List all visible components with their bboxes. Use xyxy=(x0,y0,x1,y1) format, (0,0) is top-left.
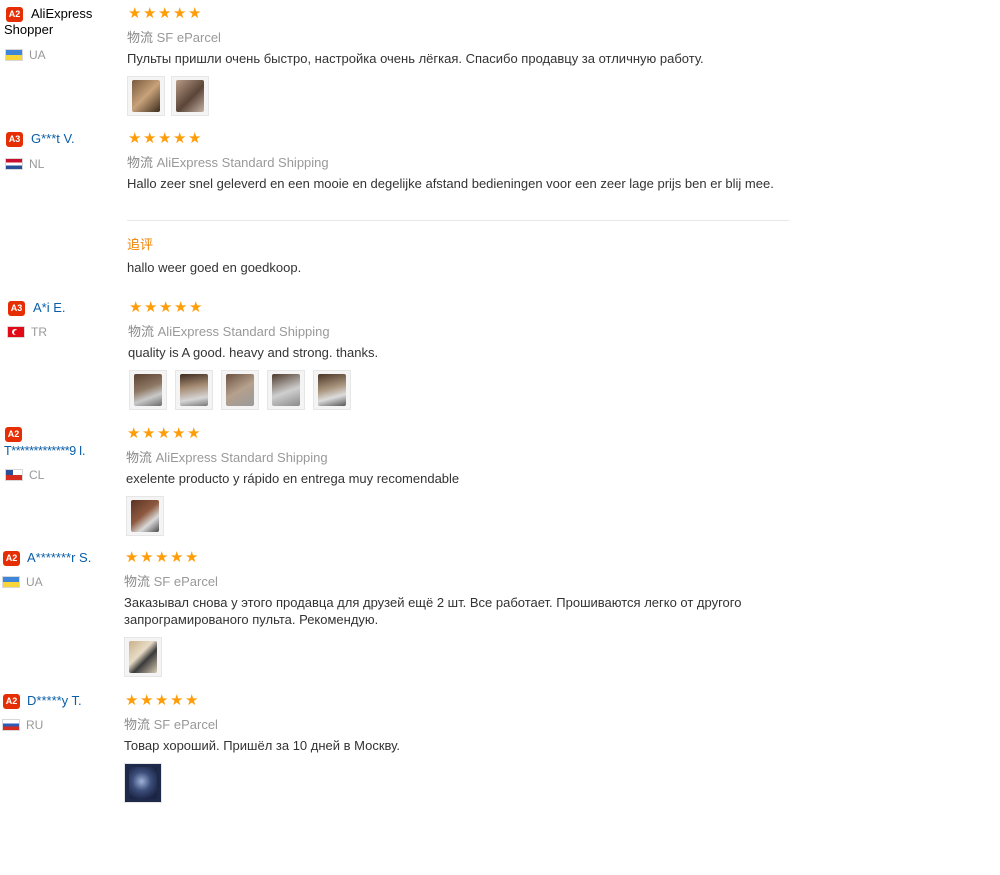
review-photos xyxy=(127,76,215,116)
reviewer-name[interactable]: A*******r S. xyxy=(27,550,91,566)
shipping-method: 物流 SF eParcel xyxy=(127,30,221,45)
review-photos xyxy=(126,496,170,536)
star-icon: ★ xyxy=(128,129,142,147)
rating-stars: ★ ★ ★ ★ ★ xyxy=(129,299,204,315)
reviewer-country: UA xyxy=(5,48,46,62)
reviewer-name[interactable]: T*************9 I. xyxy=(4,443,85,459)
shipping-method: 物流 SF eParcel xyxy=(124,717,218,732)
star-icon: ★ xyxy=(140,548,154,566)
shipping-method: 物流 AliExpress Standard Shipping xyxy=(128,324,330,339)
star-icon: ★ xyxy=(155,691,169,709)
review-photo-thumbnail[interactable] xyxy=(171,76,209,116)
buyer-level-badge: A3 xyxy=(6,132,23,147)
review-text: Заказывал снова у этого продавца для дру… xyxy=(124,595,742,627)
star-icon: ★ xyxy=(128,4,142,22)
star-icon: ★ xyxy=(174,298,188,316)
star-icon: ★ xyxy=(140,691,154,709)
star-icon: ★ xyxy=(173,4,187,22)
star-icon: ★ xyxy=(158,4,172,22)
star-icon: ★ xyxy=(170,548,184,566)
reviewer-country: RU xyxy=(2,718,43,732)
star-icon: ★ xyxy=(155,548,169,566)
review-photos xyxy=(129,370,357,410)
reviewer-name[interactable]: D*****y T. xyxy=(27,693,82,709)
rating-stars: ★ ★ ★ ★ ★ xyxy=(128,130,203,146)
review-photo-thumbnail[interactable] xyxy=(124,763,162,803)
star-icon: ★ xyxy=(143,4,157,22)
star-icon: ★ xyxy=(157,424,171,442)
reviewer-name[interactable]: A*i E. xyxy=(33,300,66,316)
flag-icon xyxy=(5,158,23,170)
star-icon: ★ xyxy=(185,691,199,709)
review-text: exelente producto y rápido en entrega mu… xyxy=(126,471,460,486)
review-photo-thumbnail[interactable] xyxy=(124,637,162,677)
review-photo-thumbnail[interactable] xyxy=(127,76,165,116)
buyer-level-badge: A2 xyxy=(5,427,22,442)
shipping-method: 物流 AliExpress Standard Shipping xyxy=(126,450,328,465)
review-text: Товар хороший. Пришёл за 10 дней в Москв… xyxy=(124,738,400,753)
review-photo-thumbnail[interactable] xyxy=(313,370,351,410)
star-icon: ★ xyxy=(143,129,157,147)
buyer-level-badge: A2 xyxy=(3,694,20,709)
star-icon: ★ xyxy=(185,548,199,566)
star-icon: ★ xyxy=(125,548,139,566)
star-icon: ★ xyxy=(127,424,141,442)
follow-up-label: 追评 xyxy=(127,237,154,252)
flag-icon xyxy=(5,469,23,481)
star-icon: ★ xyxy=(170,691,184,709)
shipping-method: 物流 AliExpress Standard Shipping xyxy=(127,155,329,170)
review-text: quality is A good. heavy and strong. tha… xyxy=(128,345,379,360)
reviewer-country: CL xyxy=(5,468,44,482)
buyer-level-badge: A2 xyxy=(3,551,20,566)
star-icon: ★ xyxy=(188,4,202,22)
star-icon: ★ xyxy=(172,424,186,442)
reviewer-name[interactable]: G***t V. xyxy=(31,131,75,147)
review-photo-thumbnail[interactable] xyxy=(175,370,213,410)
reviewer-country: UA xyxy=(2,575,43,589)
rating-stars: ★ ★ ★ ★ ★ xyxy=(128,5,203,21)
star-icon: ★ xyxy=(188,129,202,147)
star-icon: ★ xyxy=(159,298,173,316)
star-icon: ★ xyxy=(173,129,187,147)
reviewer-country: TR xyxy=(7,325,47,339)
review-photo-thumbnail[interactable] xyxy=(129,370,167,410)
rating-stars: ★ ★ ★ ★ ★ xyxy=(125,692,200,708)
star-icon: ★ xyxy=(142,424,156,442)
reviewer-name: AliExpress Shopper xyxy=(4,6,93,37)
star-icon: ★ xyxy=(125,691,139,709)
divider xyxy=(127,220,789,221)
review-photo-thumbnail[interactable] xyxy=(126,496,164,536)
review-photos xyxy=(124,763,168,803)
rating-stars: ★ ★ ★ ★ ★ xyxy=(127,425,202,441)
buyer-level-badge: A3 xyxy=(8,301,25,316)
flag-icon xyxy=(2,719,20,731)
rating-stars: ★ ★ ★ ★ ★ xyxy=(125,549,200,565)
review-photo-thumbnail[interactable] xyxy=(221,370,259,410)
star-icon: ★ xyxy=(129,298,143,316)
star-icon: ★ xyxy=(144,298,158,316)
review-photos xyxy=(124,637,168,677)
reviewer-country: NL xyxy=(5,157,44,171)
flag-icon xyxy=(2,576,20,588)
star-icon: ★ xyxy=(189,298,203,316)
review-photo-thumbnail[interactable] xyxy=(267,370,305,410)
star-icon: ★ xyxy=(187,424,201,442)
flag-icon xyxy=(7,326,25,338)
shipping-method: 物流 SF eParcel xyxy=(124,574,218,589)
star-icon: ★ xyxy=(158,129,172,147)
review-text: Hallo zeer snel geleverd en een mooie en… xyxy=(127,176,774,191)
follow-up-text: hallo weer goed en goedkoop. xyxy=(127,260,302,275)
flag-icon xyxy=(5,49,23,61)
review-text: Пульты пришли очень быстро, настройка оч… xyxy=(127,51,704,66)
